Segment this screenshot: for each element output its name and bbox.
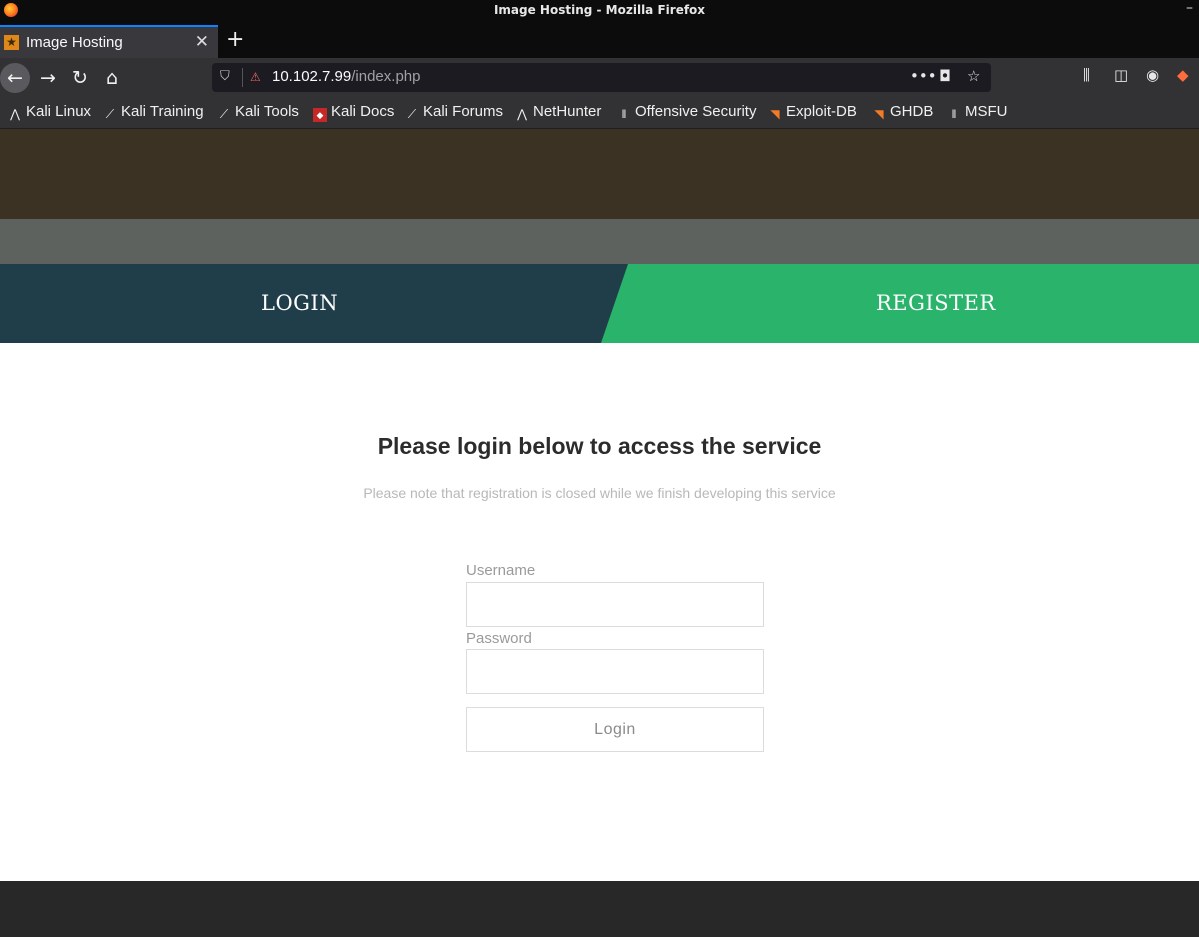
kali-dragon-icon: ⋀	[10, 107, 20, 121]
tab-login[interactable]	[0, 264, 628, 343]
password-input[interactable]	[466, 649, 764, 694]
new-tab-icon[interactable]: +	[226, 27, 244, 52]
library-icon[interactable]: ⫼	[1083, 66, 1090, 84]
site-favicon-icon: ★	[4, 35, 19, 50]
forward-icon[interactable]: →	[33, 63, 63, 93]
url-path: /index.php	[351, 68, 421, 85]
sidebar-icon[interactable]: ◫	[1114, 66, 1128, 84]
kali-dragon-icon: ⟋	[219, 107, 229, 121]
kali-docs-icon: ◆	[313, 108, 327, 122]
password-label: Password	[466, 630, 532, 647]
page-heading: Please login below to access the service	[377, 433, 822, 459]
window-title: Image Hosting - Mozilla Firefox	[493, 3, 706, 17]
browser-tab-image-hosting[interactable]: ★ Image Hosting ✕	[0, 25, 218, 58]
reload-icon[interactable]: ↻	[65, 63, 95, 93]
bookmark-nethunter[interactable]: ⋀ NetHunter	[515, 103, 601, 121]
bookmark-star-icon[interactable]: ☆	[967, 67, 980, 85]
bookmark-kali-tools[interactable]: ⟋ Kali Tools	[217, 103, 299, 121]
pocket-icon[interactable]: ◘	[939, 67, 951, 85]
tab-title: Image Hosting	[26, 34, 123, 51]
exploit-db-icon: ◥	[770, 107, 780, 121]
page-footer	[0, 881, 1199, 937]
username-label: Username	[466, 562, 536, 579]
home-icon[interactable]: ⌂	[97, 63, 127, 93]
login-button[interactable]: Login	[466, 707, 764, 752]
bookmark-kali-docs[interactable]: ◆ Kali Docs	[313, 103, 394, 122]
extension-icon[interactable]: ◆	[1177, 66, 1189, 84]
kali-dragon-icon: ⟋	[105, 107, 115, 121]
tab-strip: ★ Image Hosting ✕ +	[0, 22, 1199, 58]
bookmark-exploit-db[interactable]: ◥ Exploit-DB	[768, 103, 856, 121]
bookmark-kali-forums[interactable]: ⟋ Kali Forums	[405, 103, 503, 121]
hero-strip	[0, 219, 1199, 264]
page-actions-menu-icon[interactable]: •••	[910, 67, 937, 85]
bookmark-offensive-security[interactable]: ‖ Offensive Security	[617, 103, 757, 121]
url-host: 10.102.7.99	[272, 68, 352, 85]
url-text[interactable]: 10.102.7.99/index.php	[272, 68, 420, 85]
page-content: LOGIN REGISTER Please login below to acc…	[0, 129, 1199, 937]
insecure-connection-icon[interactable]: ⚠	[250, 70, 263, 84]
account-icon[interactable]: ◉	[1146, 66, 1159, 84]
tab-register-label[interactable]: REGISTER	[876, 291, 996, 315]
close-tab-icon[interactable]: ✕	[195, 32, 209, 52]
username-input[interactable]	[466, 582, 764, 627]
kali-dragon-icon: ⟋	[407, 107, 417, 121]
kali-dragon-icon: ⋀	[517, 107, 527, 121]
navigation-toolbar: ← → ↻ ⌂ ⛉ ⚠ 10.102.7.99/index.php ••• ◘ …	[0, 58, 1199, 96]
auth-tabs: LOGIN REGISTER	[0, 264, 1199, 343]
exploit-db-icon: ◥	[874, 107, 884, 121]
tracking-protection-shield-icon[interactable]: ⛉	[220, 69, 234, 85]
tab-login-label[interactable]: LOGIN	[261, 291, 338, 315]
address-bar[interactable]: ⛉ ⚠ 10.102.7.99/index.php ••• ◘ ☆	[212, 63, 991, 92]
bookmarks-toolbar: ⋀ Kali Linux ⟋ Kali Training ⟋ Kali Tools ◆…	[0, 96, 1199, 129]
back-icon[interactable]: ←	[0, 63, 30, 93]
bookmark-kali-linux[interactable]: ⋀ Kali Linux	[8, 103, 91, 121]
bookmark-ghdb[interactable]: ◥ GHDB	[872, 103, 933, 121]
window-titlebar: Image Hosting - Mozilla Firefox –	[0, 0, 1199, 22]
window-minimize-icon[interactable]: –	[1186, 0, 1193, 16]
offsec-icon: ‖	[621, 107, 627, 121]
urlbar-separator	[242, 68, 243, 87]
bookmark-kali-training[interactable]: ⟋ Kali Training	[103, 103, 204, 121]
registration-note: Please note that registration is closed …	[363, 485, 836, 501]
offsec-icon: ‖	[951, 107, 957, 121]
hero-banner	[0, 129, 1199, 219]
bookmark-msfu[interactable]: ‖ MSFU	[947, 103, 1008, 121]
